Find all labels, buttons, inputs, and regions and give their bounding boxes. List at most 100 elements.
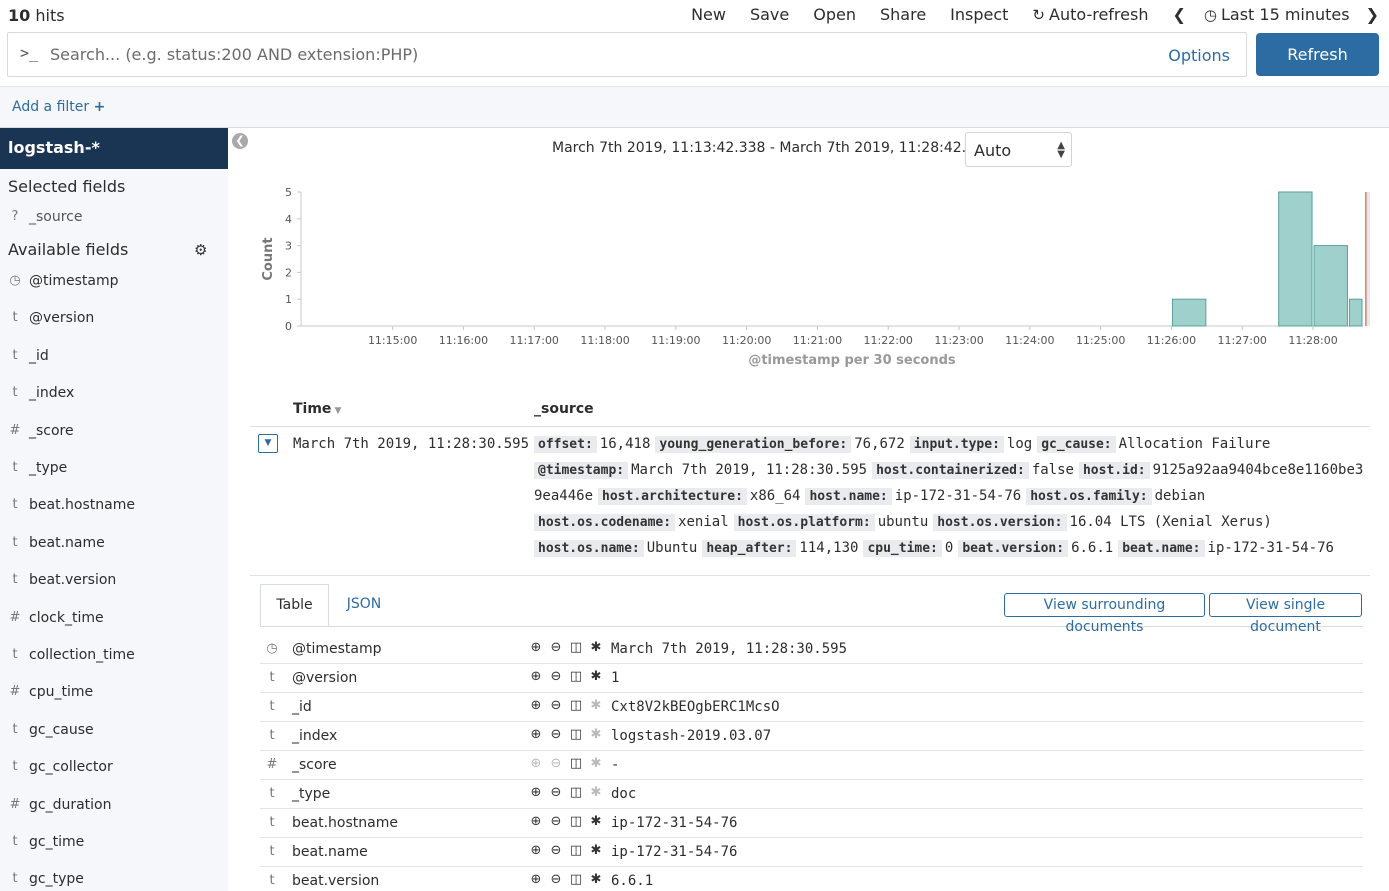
detail-field-name: _index <box>292 728 338 744</box>
filter-for-value-icon[interactable]: ⊕ <box>526 843 546 858</box>
refresh-button[interactable]: Refresh <box>1256 33 1379 76</box>
sort-down-icon[interactable]: ▼ <box>334 406 341 416</box>
toggle-column-icon[interactable]: ◫ <box>566 814 586 829</box>
source-key: host.os.name: <box>534 540 644 557</box>
sidebar-field-item[interactable]: t beat.hostname <box>0 493 228 519</box>
toggle-column-icon[interactable]: ◫ <box>566 756 586 771</box>
sidebar-field-item[interactable]: t _index <box>0 381 228 407</box>
divider <box>250 575 1370 576</box>
field-type-icon: t <box>12 721 18 737</box>
time-picker-button[interactable]: ◷ Last 15 minutes <box>1204 5 1350 24</box>
toggle-column-icon[interactable]: ◫ <box>566 843 586 858</box>
toggle-column-icon[interactable]: ◫ <box>566 669 586 684</box>
filter-out-value-icon[interactable]: ⊖ <box>546 872 566 887</box>
field-name: gc_collector <box>29 759 113 776</box>
time-forward-button[interactable]: ❯ <box>1366 5 1379 24</box>
field-type-icon: # <box>266 757 278 772</box>
filter-for-value-icon[interactable]: ⊕ <box>526 814 546 829</box>
gear-icon[interactable]: ⚙ <box>194 241 207 259</box>
filter-out-value-icon[interactable]: ⊖ <box>546 843 566 858</box>
field-type-icon: t <box>269 815 275 830</box>
sidebar-field-item[interactable]: # cpu_time <box>0 680 228 706</box>
sidebar-field-item[interactable]: t gc_time <box>0 830 228 856</box>
save-button[interactable]: Save <box>750 5 789 24</box>
field-name: _type <box>29 460 68 476</box>
add-filter-link[interactable]: Add a filter + <box>12 99 105 115</box>
sidebar-field-item[interactable]: t gc_collector <box>0 755 228 781</box>
tab-table[interactable]: Table <box>260 584 329 627</box>
filter-exists-icon[interactable]: ✱ <box>586 756 606 771</box>
filter-for-value-icon[interactable]: ⊕ <box>526 785 546 800</box>
filter-for-value-icon[interactable]: ⊕ <box>526 756 546 771</box>
sidebar-field-item[interactable]: ◷ @timestamp <box>0 269 228 295</box>
histogram-bar <box>1278 191 1313 327</box>
filter-out-value-icon[interactable]: ⊖ <box>546 756 566 771</box>
inspect-button[interactable]: Inspect <box>950 5 1008 24</box>
toggle-column-icon[interactable]: ◫ <box>566 640 586 655</box>
toggle-column-icon[interactable]: ◫ <box>566 698 586 713</box>
y-tick-label: 4 <box>285 213 292 226</box>
filter-exists-icon[interactable]: ✱ <box>586 872 606 887</box>
sidebar-field-item[interactable]: t _type <box>0 456 228 482</box>
field-type-icon: # <box>9 609 21 625</box>
share-button[interactable]: Share <box>880 5 926 24</box>
open-button[interactable]: Open <box>813 5 856 24</box>
filter-out-value-icon[interactable]: ⊖ <box>546 785 566 800</box>
time-back-button[interactable]: ❮ <box>1172 5 1185 24</box>
sidebar-field-item[interactable]: t beat.name <box>0 531 228 557</box>
time-column-header[interactable]: Time ▼ <box>293 401 341 417</box>
filter-exists-icon[interactable]: ✱ <box>586 669 606 684</box>
filter-exists-icon[interactable]: ✱ <box>586 843 606 858</box>
filter-for-value-icon[interactable]: ⊕ <box>526 640 546 655</box>
filter-out-value-icon[interactable]: ⊖ <box>546 669 566 684</box>
filter-exists-icon[interactable]: ✱ <box>586 727 606 742</box>
search-input[interactable] <box>50 41 1130 67</box>
filter-exists-icon[interactable]: ✱ <box>586 640 606 655</box>
view-surrounding-documents-button[interactable]: View surrounding documents <box>1004 593 1205 635</box>
selected-field-source[interactable]: ? _source <box>0 205 228 231</box>
field-type-icon: t <box>269 670 275 685</box>
filter-exists-icon[interactable]: ✱ <box>586 785 606 800</box>
sidebar-field-item[interactable]: # _score <box>0 419 228 445</box>
sidebar-field-item[interactable]: t gc_cause <box>0 718 228 744</box>
toggle-column-icon[interactable]: ◫ <box>566 872 586 887</box>
hits-number: 10 <box>8 6 31 25</box>
filter-out-value-icon[interactable]: ⊖ <box>546 640 566 655</box>
index-pattern-title[interactable]: logstash-* <box>0 128 228 169</box>
sidebar-field-item[interactable]: t collection_time <box>0 643 228 669</box>
filter-for-value-icon[interactable]: ⊕ <box>526 669 546 684</box>
interval-select[interactable]: Auto ▲ ▼ <box>965 132 1072 167</box>
expand-row-toggle[interactable]: ▼ <box>258 434 278 453</box>
source-value: 76,672 <box>854 436 905 452</box>
filter-for-value-icon[interactable]: ⊕ <box>526 872 546 887</box>
sidebar-field-item[interactable]: t @version <box>0 306 228 332</box>
field-name: beat.hostname <box>29 497 135 514</box>
collapse-sidebar-icon[interactable]: ❮ <box>232 133 248 149</box>
source-key: @timestamp: <box>534 462 629 479</box>
sidebar-field-item[interactable]: # clock_time <box>0 606 228 632</box>
new-button[interactable]: New <box>691 5 726 24</box>
detail-field-name: @timestamp <box>292 641 382 657</box>
toggle-column-icon[interactable]: ◫ <box>566 727 586 742</box>
filter-exists-icon[interactable]: ✱ <box>586 698 606 713</box>
source-line: host.os.name: Ubuntu heap_after: 114,130 cpu… <box>534 540 1364 566</box>
filter-out-value-icon[interactable]: ⊖ <box>546 814 566 829</box>
detail-field-name: beat.name <box>292 844 368 860</box>
filter-exists-icon[interactable]: ✱ <box>586 814 606 829</box>
sidebar-field-item[interactable]: t gc_type <box>0 867 228 891</box>
field-type-icon: t <box>12 572 18 588</box>
tab-json[interactable]: JSON <box>335 584 393 626</box>
toggle-column-icon[interactable]: ◫ <box>566 785 586 800</box>
view-single-document-button[interactable]: View single document <box>1209 593 1362 635</box>
sidebar-field-item[interactable]: # gc_duration <box>0 793 228 819</box>
source-key: young_generation_before: <box>655 436 852 453</box>
filter-out-value-icon[interactable]: ⊖ <box>546 698 566 713</box>
auto-refresh-button[interactable]: ↻ Auto-refresh <box>1032 5 1148 24</box>
options-link[interactable]: Options <box>1168 46 1230 65</box>
source-column-header: _source <box>534 401 594 417</box>
sidebar-field-item[interactable]: t beat.version <box>0 568 228 594</box>
filter-for-value-icon[interactable]: ⊕ <box>526 698 546 713</box>
filter-for-value-icon[interactable]: ⊕ <box>526 727 546 742</box>
filter-out-value-icon[interactable]: ⊖ <box>546 727 566 742</box>
sidebar-field-item[interactable]: t _id <box>0 344 228 370</box>
